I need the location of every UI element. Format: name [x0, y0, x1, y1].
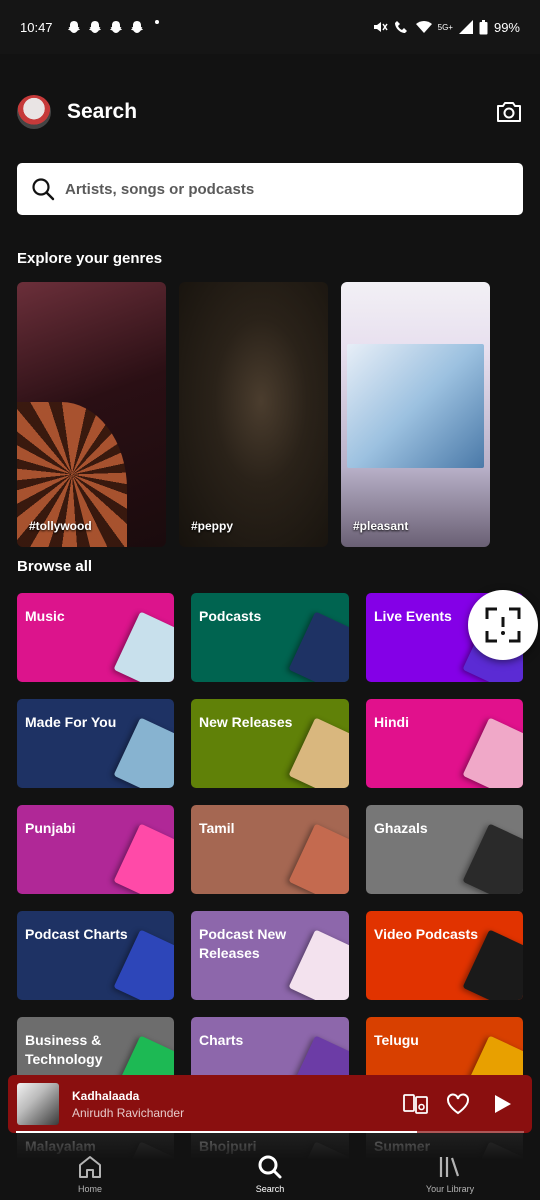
network-type: 5G+: [437, 22, 453, 32]
wifi-icon: [415, 21, 432, 33]
category-tile-tamil[interactable]: Tamil: [191, 805, 349, 894]
snapchat-icon: [130, 21, 143, 33]
genre-card-peppy[interactable]: #peppy: [179, 282, 328, 547]
category-label: Podcast New Releases: [199, 926, 287, 961]
category-tile-made-for-you[interactable]: Made For You: [17, 699, 174, 788]
browse-all-heading: Browse all: [17, 558, 93, 575]
snapchat-icon: [109, 21, 122, 33]
category-label: Business & Technology: [25, 1032, 103, 1067]
category-tile-punjabi[interactable]: Punjabi: [17, 805, 174, 894]
category-tile-hindi[interactable]: Hindi: [366, 699, 523, 788]
more-notifications-dot: [154, 20, 159, 24]
category-tile-music[interactable]: Music: [17, 593, 174, 682]
genre-card-tollywood[interactable]: #tollywood: [17, 282, 166, 547]
nav-search[interactable]: Search: [210, 1140, 330, 1194]
category-tile-video-podcasts[interactable]: Video Podcasts: [366, 911, 523, 1000]
mute-icon: [373, 22, 388, 32]
category-label: Charts: [199, 1032, 244, 1048]
track-artist: Anirudh Ravichander: [72, 1106, 185, 1120]
battery-icon: [479, 19, 488, 34]
wifi-calling-icon: [394, 21, 407, 33]
screen-capture-bubble[interactable]: [468, 590, 538, 660]
search-icon: [32, 178, 55, 201]
nav-library[interactable]: Your Library: [390, 1140, 510, 1194]
connect-device-icon: [403, 1094, 428, 1114]
category-tile-podcast-charts[interactable]: Podcast Charts: [17, 911, 174, 1000]
explore-genres-heading: Explore your genres: [17, 250, 163, 267]
category-label: New Releases: [199, 714, 293, 730]
profile-avatar[interactable]: [17, 95, 51, 129]
battery-level: 99%: [493, 19, 520, 35]
category-label: Podcast Charts: [25, 926, 128, 942]
category-tile-podcast-new-releases[interactable]: Podcast New Releases: [191, 911, 349, 1000]
genre-label: #peppy: [191, 519, 234, 533]
category-label: Music: [25, 608, 65, 624]
category-label: Hindi: [374, 714, 409, 730]
category-tile-ghazals[interactable]: Ghazals: [366, 805, 523, 894]
category-label: Punjabi: [25, 820, 76, 836]
category-label: Ghazals: [374, 820, 428, 836]
mini-player[interactable]: Kadhalaada Anirudh Ravichander: [8, 1075, 532, 1133]
category-label: Podcasts: [199, 608, 262, 624]
status-time: 10:47: [20, 19, 53, 35]
nav-home[interactable]: Home: [30, 1140, 150, 1194]
category-label: Tamil: [199, 820, 235, 836]
expand-icon: [485, 607, 521, 643]
connect-device-button[interactable]: [402, 1090, 430, 1118]
nav-label: Search: [255, 1183, 285, 1194]
category-label: Made For You: [25, 714, 117, 730]
play-icon: [495, 1095, 511, 1113]
library-icon: [439, 1156, 460, 1177]
signal-icon: [458, 20, 473, 34]
track-artwork: [17, 1083, 59, 1125]
category-label: Telugu: [374, 1032, 419, 1048]
heart-icon: [447, 1093, 469, 1115]
genre-carousel: #tollywood #peppy #pleasant: [17, 282, 490, 547]
status-bar: 10:47 5G+ 99%: [0, 0, 540, 54]
search-input[interactable]: [65, 180, 485, 198]
genre-label: #tollywood: [29, 519, 92, 533]
category-tile-podcasts[interactable]: Podcasts: [191, 593, 349, 682]
genre-artwork: [347, 344, 484, 468]
nav-label: Home: [77, 1183, 102, 1194]
snapchat-icon: [67, 21, 80, 33]
home-icon: [79, 1155, 101, 1178]
like-button[interactable]: [444, 1090, 472, 1118]
search-icon: [258, 1155, 282, 1178]
search-bar[interactable]: [17, 163, 523, 215]
track-title: Kadhalaada: [72, 1089, 140, 1103]
nav-label: Your Library: [425, 1183, 475, 1194]
genre-label: #pleasant: [353, 519, 409, 533]
search-header: Search: [17, 92, 523, 132]
genre-card-pleasant[interactable]: #pleasant: [341, 282, 490, 547]
camera-icon[interactable]: [495, 98, 523, 126]
category-tile-new-releases[interactable]: New Releases: [191, 699, 349, 788]
category-label: Video Podcasts: [374, 926, 479, 942]
snapchat-icon: [88, 21, 101, 33]
bottom-nav: Home Search Your Library: [0, 1133, 540, 1200]
page-title: Search: [67, 100, 138, 123]
play-button[interactable]: [488, 1090, 516, 1118]
